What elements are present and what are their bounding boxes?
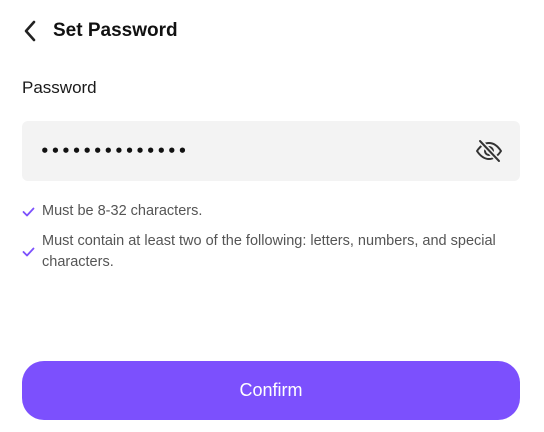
eye-off-icon: [476, 139, 502, 163]
set-password-page: Set Password Password Must be 8-32 chara…: [0, 0, 544, 432]
rule-text: Must contain at least two of the followi…: [42, 233, 496, 270]
check-icon: [22, 241, 36, 262]
confirm-button[interactable]: Confirm: [22, 361, 520, 420]
back-button[interactable]: [16, 14, 44, 48]
header: Set Password: [16, 14, 178, 48]
page-title: Set Password: [53, 20, 178, 41]
password-input-container: [22, 121, 520, 181]
rule-length: Must be 8-32 characters.: [22, 201, 202, 222]
toggle-visibility-button[interactable]: [474, 137, 504, 165]
password-label: Password: [22, 78, 97, 97]
check-icon: [22, 201, 36, 222]
rule-composition: Must contain at least two of the followi…: [22, 231, 520, 273]
password-input[interactable]: [40, 121, 460, 181]
rule-text: Must be 8-32 characters.: [42, 203, 203, 219]
chevron-left-icon: [24, 20, 36, 42]
